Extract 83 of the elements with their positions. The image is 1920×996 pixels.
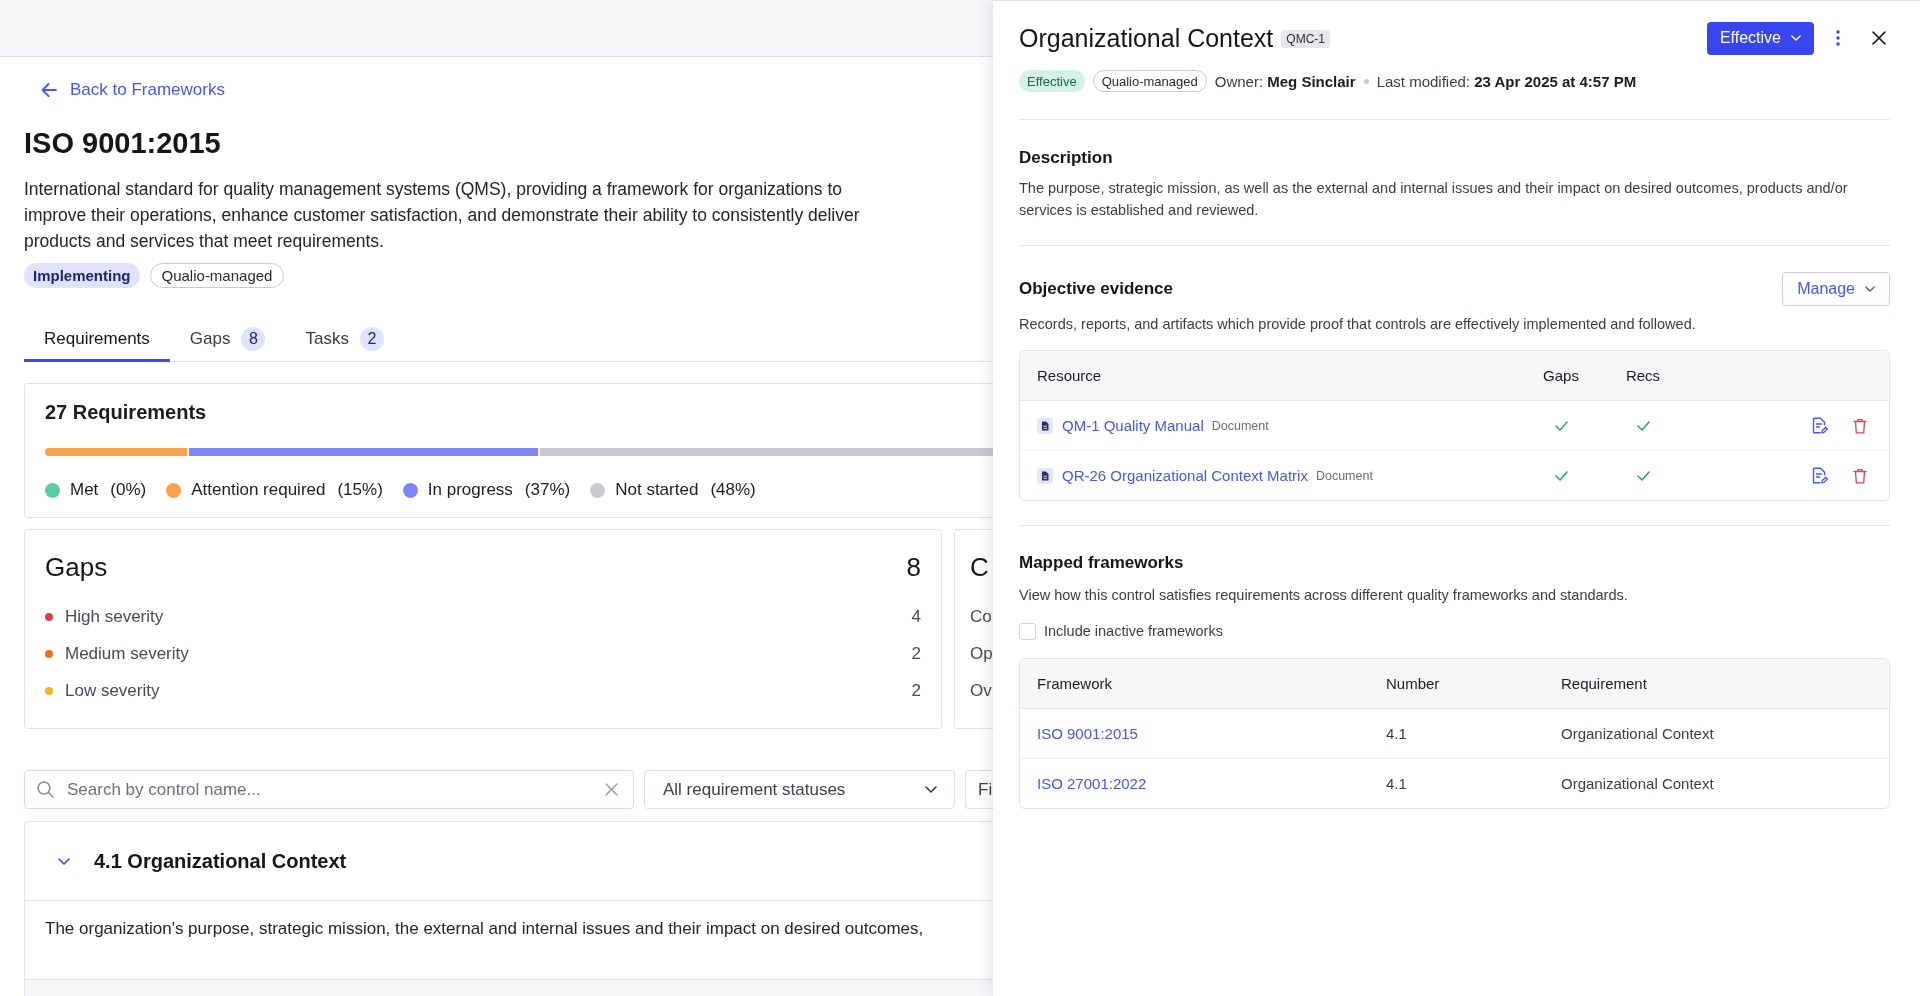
severity-count: 4 <box>911 607 921 627</box>
back-link[interactable]: Back to Frameworks <box>41 78 225 102</box>
legend-label: Attention required <box>191 480 326 500</box>
page-title: ISO 9001:2015 <box>24 126 221 161</box>
column-header: Resource <box>1037 367 1102 384</box>
tab[interactable]: Tasks 2 <box>285 318 404 362</box>
legend-label: Not started <box>615 480 699 500</box>
panel-title: Organizational Context <box>1019 23 1274 53</box>
status-button[interactable]: Effective <box>1706 21 1814 55</box>
document-icon <box>1037 417 1053 434</box>
table-cell: Organizational Context <box>1561 775 1714 792</box>
section-heading: Description <box>1019 147 1113 169</box>
row-label: Ov <box>970 680 992 702</box>
arrow-left-icon <box>41 83 57 97</box>
column-header: Framework <box>1037 675 1112 692</box>
resource-type: Document <box>1211 418 1269 433</box>
legend-percent: (48%) <box>710 480 756 500</box>
row-label: Op <box>970 643 993 665</box>
chevron-down-icon <box>1865 286 1875 292</box>
chevron-down-icon <box>58 857 70 865</box>
page-description: International standard for quality management systems (QMS), providing a framework for organizations to improve their operations, enhance customer satisfaction, and demonstrate their ability to consistently deliver products and services that meet requirements. <box>24 178 861 253</box>
legend-label: In progress <box>427 480 513 500</box>
checkbox[interactable] <box>1019 622 1036 640</box>
search-bar[interactable]: Search by control name... <box>24 770 634 809</box>
owner-text: Owner: Meg Sinclair <box>1214 72 1356 90</box>
checkbox-label: Include inactive frameworks <box>1044 623 1223 639</box>
close-icon <box>1872 31 1886 45</box>
framework-link[interactable]: ISO 9001:2015 <box>1037 725 1138 742</box>
resource-link[interactable]: QR-26 Organizational Context Matrix <box>1062 467 1308 484</box>
status-select[interactable]: All requirement statuses <box>644 770 955 809</box>
row-label: Co <box>970 606 992 628</box>
separator-dot-icon <box>1363 78 1369 84</box>
severity-count: 2 <box>911 644 921 664</box>
manage-button[interactable]: Manage <box>1782 272 1890 306</box>
last-modified-text: Last modified: 23 Apr 2025 at 4:57 PM <box>1376 72 1637 90</box>
clear-button[interactable] <box>603 781 620 798</box>
tab[interactable]: Requirements <box>24 318 170 362</box>
card-title: Gaps <box>45 551 108 584</box>
chevron-down-icon <box>925 786 937 793</box>
severity-count: 2 <box>911 681 921 701</box>
code-tag: QMC-1 <box>1281 30 1330 48</box>
trash-icon <box>1853 467 1867 484</box>
kebab-icon <box>1836 30 1840 46</box>
chevron-down-icon <box>1791 35 1801 41</box>
legend-percent: (37%) <box>524 480 571 500</box>
column-header: Requirement <box>1561 675 1647 692</box>
close-icon <box>605 783 618 796</box>
tab[interactable]: Gaps 8 <box>169 318 286 362</box>
edit-document-icon <box>1812 417 1828 434</box>
section-description: The organization's purpose, strategic mission, the external and internal issues and their impact on desired outcomes, <box>45 918 924 940</box>
severity-label: Low severity <box>65 681 161 701</box>
card-title: 27 Requirements <box>45 400 207 425</box>
status-badge: Effective <box>1019 70 1085 92</box>
section-text: View how this control satisfies requirements across different quality frameworks and standards. <box>1019 586 1628 605</box>
trash-icon <box>1853 417 1867 434</box>
card-title: C <box>970 551 989 584</box>
section-text: Records, reports, and artifacts which provide proof that controls are effectively implemented and followed. <box>1019 315 1696 334</box>
column-header: Recs <box>1625 367 1661 384</box>
legend-percent: (15%) <box>337 480 383 500</box>
document-icon <box>1037 467 1053 484</box>
severity-label: Medium severity <box>65 644 190 664</box>
severity-label: High severity <box>65 607 165 627</box>
count-badge: 8 <box>241 326 266 351</box>
status-badge: Implementing <box>24 263 140 288</box>
section-heading: Mapped frameworks <box>1019 552 1184 574</box>
legend-percent: (0%) <box>110 480 147 500</box>
section-header[interactable]: 4.1 Organizational Context <box>25 822 993 901</box>
table-cell: Organizational Context <box>1561 725 1714 742</box>
section-heading: Objective evidence <box>1019 278 1174 300</box>
column-header: Gaps <box>1543 367 1579 384</box>
column-header: Number <box>1386 675 1440 692</box>
framework-link[interactable]: ISO 27001:2022 <box>1037 775 1147 792</box>
card-count: 8 <box>906 551 921 584</box>
count-badge: 2 <box>359 326 384 351</box>
search-input[interactable]: Search by control name... <box>67 777 590 802</box>
edit-document-icon <box>1812 467 1828 484</box>
table-cell: 4.1 <box>1386 725 1407 742</box>
section-text: The purpose, strategic mission, as well as the external and internal issues and their impact on desired outcomes, products and/or services is established and reviewed. <box>1019 179 1849 220</box>
table-cell: 4.1 <box>1386 775 1407 792</box>
resource-type: Document <box>1315 468 1373 483</box>
legend-label: Met <box>70 480 99 500</box>
resource-link[interactable]: QM-1 Quality Manual <box>1062 417 1204 434</box>
search-icon <box>37 781 54 798</box>
